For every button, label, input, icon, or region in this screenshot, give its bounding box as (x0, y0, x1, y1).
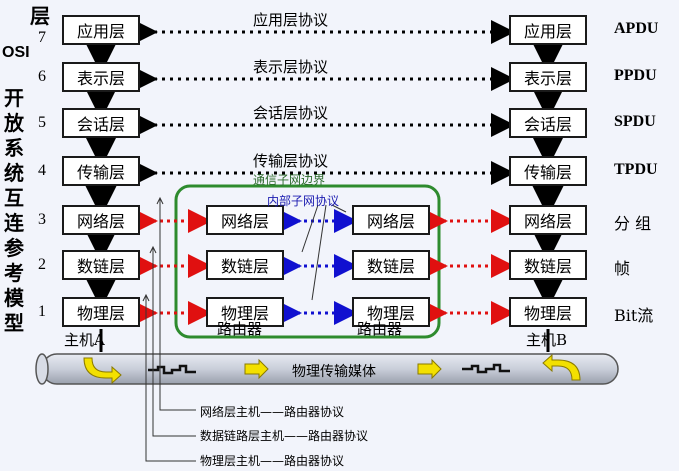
title-char: 型 (4, 311, 24, 335)
layer-number: 3 (38, 211, 46, 228)
host-b-layer-box: 数链层 (509, 250, 587, 280)
host-a-label: 主机A (64, 331, 105, 349)
internal-protocol-label: 内部子网协议 (267, 194, 340, 208)
osi-diagram: 层 OSI 开放系统互连参考模型 应用层表示层会话层传输层网络层数链层物理层 应… (0, 0, 679, 471)
router-1-layer-box: 网络层 (206, 205, 284, 235)
pdu-label: SPDU (614, 113, 656, 130)
host-b-layer-box: 会话层 (509, 108, 587, 138)
title-osi: OSI (2, 44, 30, 61)
title-char: 开 (4, 86, 24, 110)
pdu-label: Bit流 (614, 306, 654, 325)
host-a-layer-box: 传输层 (62, 156, 140, 186)
footnote-network: 网络层主机——路由器协议 (200, 405, 345, 419)
pdu-label: APDU (614, 20, 659, 37)
router-label-2: 路由器 (357, 320, 403, 338)
protocol-label: 应用层协议 (253, 11, 329, 29)
host-a-layer-box: 数链层 (62, 250, 140, 280)
layer-number: 5 (38, 114, 46, 131)
host-a-layer-box: 网络层 (62, 205, 140, 235)
host-b-layer-box: 网络层 (509, 205, 587, 235)
layer-number: 7 (38, 29, 46, 46)
router-label-1: 路由器 (217, 320, 263, 338)
protocol-label: 表示层协议 (253, 58, 329, 76)
title-char: 互 (4, 186, 24, 210)
title-char: 连 (4, 211, 24, 235)
host-b-label: 主机B (526, 331, 568, 349)
title-char: 系 (4, 136, 24, 160)
pdu-label: PPDU (614, 67, 657, 84)
title-char: 考 (4, 261, 24, 285)
title-char-top: 层 (30, 4, 50, 28)
title-char: 参 (4, 236, 24, 260)
router-2-layer-box: 网络层 (352, 205, 430, 235)
internal-protocol-leader (311, 204, 327, 301)
title-char: 统 (4, 161, 24, 185)
medium-label: 物理传输媒体 (292, 364, 376, 380)
internal-protocol-leader (301, 204, 319, 253)
host-b-layer-box: 传输层 (509, 156, 587, 186)
host-b-layer-box: 应用层 (509, 15, 587, 45)
pdu-label: 分 组 (614, 214, 652, 233)
title-char: 放 (4, 111, 24, 135)
footnote-physical: 物理层主机——路由器协议 (200, 454, 345, 468)
router-2-layer-box: 数链层 (352, 250, 430, 280)
layer-number: 6 (38, 68, 46, 85)
router-1-layer-box: 数链层 (206, 250, 284, 280)
layer-number: 1 (38, 303, 46, 320)
pdu-label: 帧 (614, 259, 631, 278)
host-a-layer-box: 表示层 (62, 62, 140, 92)
protocol-label: 传输层协议 (253, 152, 329, 170)
layer-number: 2 (38, 256, 46, 273)
host-a-layer-box: 物理层 (62, 297, 140, 327)
host-b-layer-box: 物理层 (509, 297, 587, 327)
layer-number: 4 (38, 162, 46, 179)
pdu-label: TPDU (614, 161, 658, 178)
host-b-layer-box: 表示层 (509, 62, 587, 92)
protocol-label: 会话层协议 (253, 104, 329, 122)
host-a-layer-box: 会话层 (62, 108, 140, 138)
subnet-boundary-label: 通信子网边界 (253, 173, 326, 187)
title-char: 模 (4, 286, 24, 310)
host-a-layer-box: 应用层 (62, 15, 140, 45)
footnote-datalink: 数据链路层主机——路由器协议 (200, 429, 369, 443)
